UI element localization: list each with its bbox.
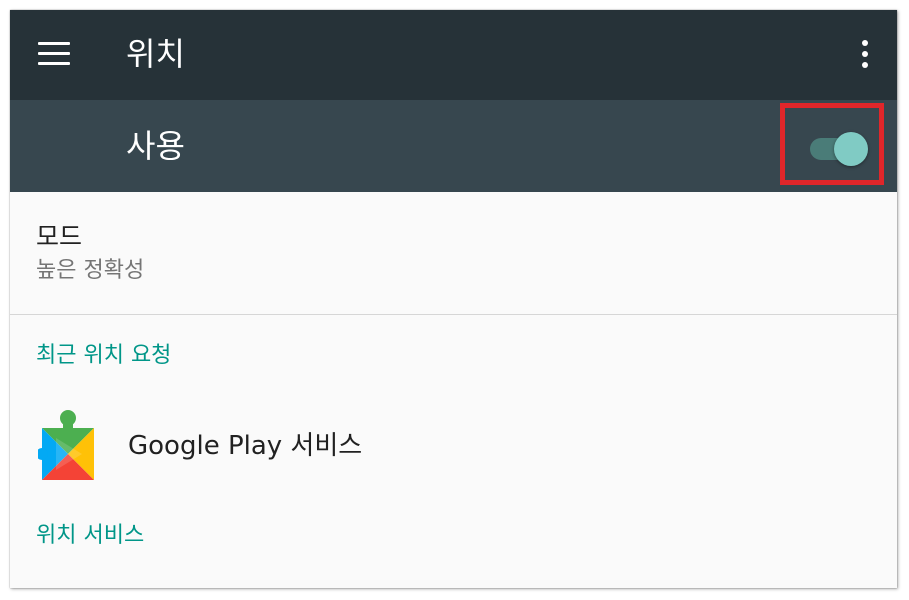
master-switch-label: 사용	[126, 127, 185, 165]
list-item[interactable]: Google Play 서비스	[10, 398, 897, 496]
mode-preference-item[interactable]: 모드 높은 정확성	[10, 192, 897, 314]
master-switch-bar[interactable]: 사용	[10, 100, 897, 192]
google-play-services-icon	[36, 408, 98, 480]
mode-title: 모드	[36, 222, 83, 251]
location-toggle-switch[interactable]	[810, 130, 870, 170]
mode-summary: 높은 정확성	[36, 258, 145, 283]
recent-requests-header: 최근 위치 요청	[36, 343, 172, 368]
app-bar: 위치	[10, 10, 897, 100]
location-settings-screen: 위치 사용 모드 높은 정확성 최근 위치 요청 Google Play 서비스…	[10, 10, 897, 588]
divider	[10, 314, 897, 315]
app-name: Google Play 서비스	[128, 431, 363, 461]
hamburger-menu-icon[interactable]	[38, 42, 70, 66]
more-vert-icon[interactable]	[853, 40, 877, 70]
switch-thumb	[834, 132, 868, 166]
location-services-header: 위치 서비스	[36, 523, 145, 548]
page-title: 위치	[126, 35, 185, 73]
